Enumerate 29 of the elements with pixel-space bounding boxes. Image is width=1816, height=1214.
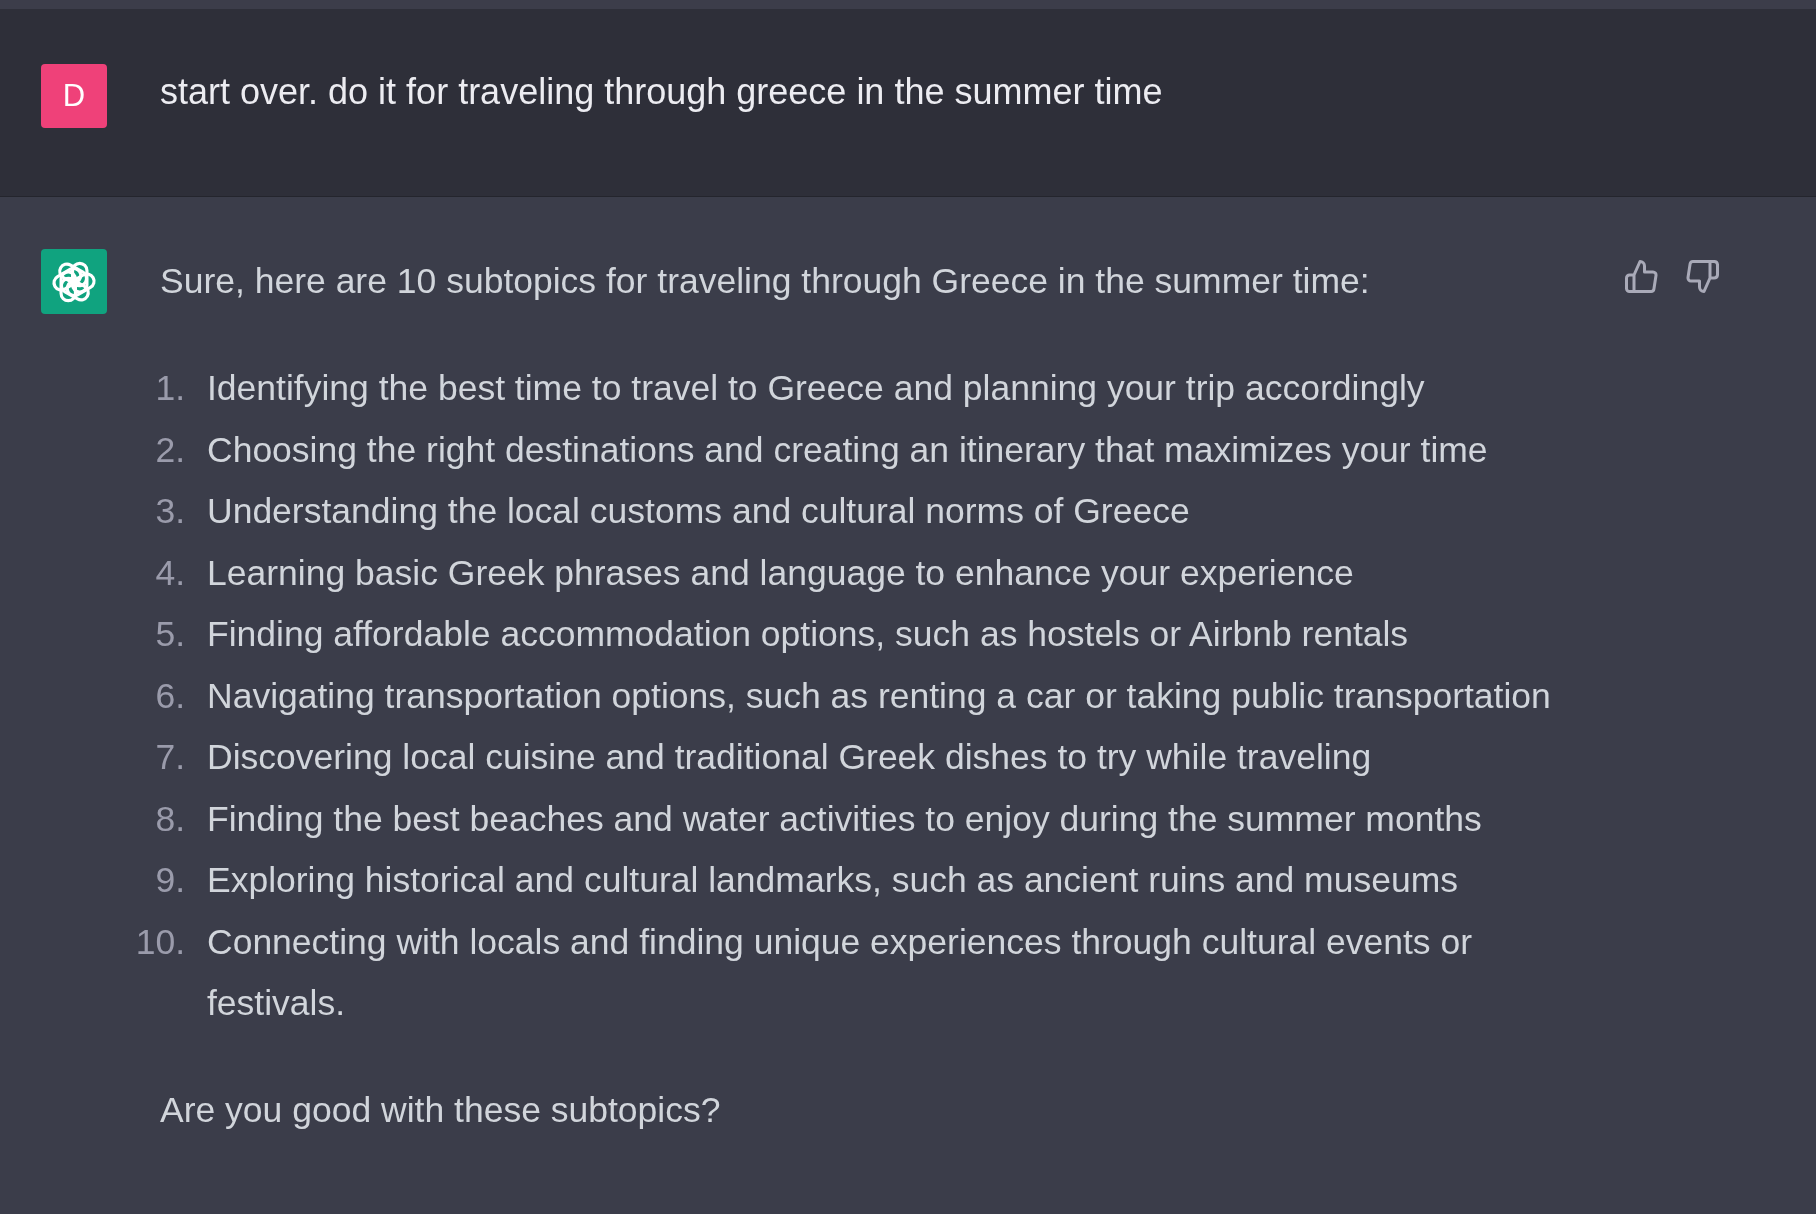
list-number: 2. [154, 428, 185, 472]
list-item-text: Exploring historical and cultural landmarks, such as ancient ruins and museums [207, 859, 1459, 902]
list-item-text: Understanding the local customs and cultural norms of Greece [207, 490, 1191, 533]
list-item-text: Connecting with locals and finding unique experiences through cultural events or festivals. [207, 920, 1473, 1025]
list-number: 10. [134, 920, 185, 964]
list-item-text: Identifying the best time to travel to Greece and planning your trip accordingly [207, 367, 1426, 410]
list-item-text: Finding affordable accommodation options, such as hostels or Airbnb rentals [207, 613, 1410, 656]
list-number: 5. [154, 613, 185, 656]
list-item-text: Navigating transportation options, such as renting a car or taking public transportation [207, 674, 1552, 718]
assistant-avatar-icon [41, 249, 107, 314]
list-number: 8. [154, 797, 185, 841]
thumbs-up-icon [1625, 260, 1658, 293]
response-intro-text: Sure, here are 10 subtopics for traveling through Greece in the summer time: [160, 260, 1371, 303]
thumbs-down-icon [1686, 260, 1719, 293]
list-number: 4. [154, 551, 185, 595]
user-avatar: D [41, 64, 107, 128]
list-number: 9. [154, 859, 185, 902]
list-number: 1. [154, 367, 185, 410]
list-item-text: Choosing the right destinations and creating an itinerary that maximizes your time [207, 428, 1489, 472]
thumbs-down-button[interactable] [1686, 260, 1719, 293]
list-number: 3. [154, 490, 185, 533]
user-message-text: start over. do it for traveling through greece in the summer time [160, 70, 1163, 114]
thumbs-up-button[interactable] [1625, 260, 1658, 293]
list-number: 6. [154, 674, 185, 718]
list-number: 7. [154, 736, 185, 779]
list-item-text: Discovering local cuisine and traditional Greek dishes to try while traveling [207, 736, 1373, 779]
list-item-text: Finding the best beaches and water activities to enjoy during the summer months [207, 797, 1483, 841]
response-closing-text: Are you good with these subtopics? [160, 1088, 722, 1132]
list-item-text: Learning basic Greek phrases and language to enhance your experience [207, 551, 1355, 595]
